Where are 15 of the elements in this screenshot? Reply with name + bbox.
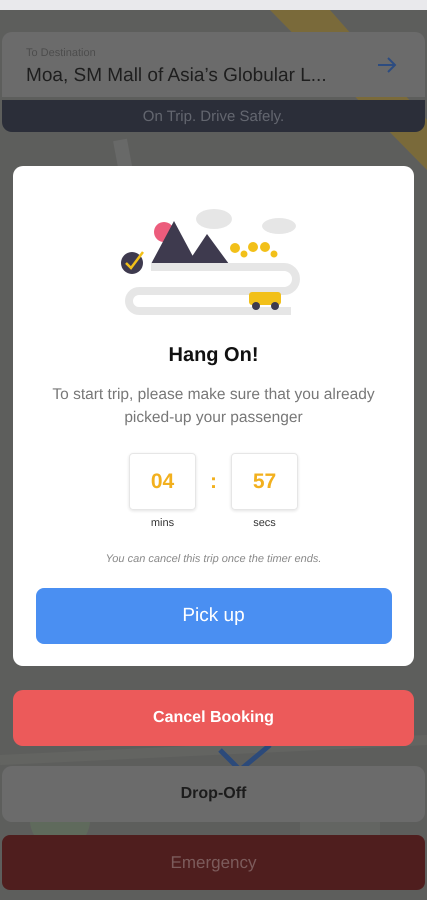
cancel-booking-button[interactable]: Cancel Booking [13, 690, 414, 746]
timer-value: 04 [129, 453, 196, 510]
timer-unit: mins [150, 516, 174, 530]
pick-up-button[interactable]: Pick up [36, 588, 392, 644]
timer-unit: secs [253, 516, 276, 530]
dialog-title: Hang On! [168, 343, 258, 368]
dialog-message: To start trip, please make sure that you already picked-up your passenger [51, 385, 376, 428]
timer-note: You can cancel this trip once the timer ends. [106, 552, 322, 566]
emergency-button[interactable]: Emergency [2, 835, 425, 890]
drop-off-button[interactable]: Drop-Off [2, 766, 425, 822]
destination-address: Moa, SM Mall of Asia’s Globular L... [26, 65, 327, 87]
timer-value: 57 [231, 453, 298, 510]
trip-status-text: On Trip. Drive Safely. [142, 108, 284, 124]
timer-separator: : [210, 470, 217, 494]
arrow-right-icon[interactable] [377, 56, 397, 74]
